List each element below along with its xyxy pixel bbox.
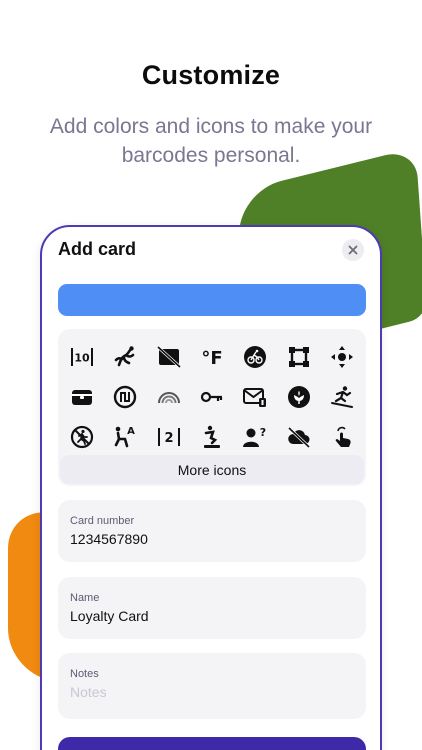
crop-frame-icon[interactable] (277, 337, 320, 377)
shekel-circle-icon[interactable] (103, 377, 146, 417)
close-button[interactable] (342, 239, 364, 261)
barcode-slash-icon[interactable] (147, 337, 190, 377)
svg-text:?: ? (260, 426, 266, 439)
name-field[interactable]: Name Loyalty Card (58, 577, 366, 639)
wallet-card-icon[interactable] (60, 377, 103, 417)
name-label: Name (70, 592, 100, 604)
name-value[interactable]: Loyalty Card (70, 608, 354, 624)
envelope-badge-icon[interactable] (234, 377, 277, 417)
hand-tap-icon[interactable] (321, 417, 364, 457)
notes-field[interactable]: Notes Notes (58, 653, 366, 719)
card-number-field[interactable]: Card number 1234567890 (58, 500, 366, 562)
card-number-value[interactable]: 1234567890 (70, 531, 354, 547)
gecko-icon[interactable] (103, 337, 146, 377)
notes-label: Notes (70, 668, 99, 680)
more-icons-button[interactable]: More icons (60, 455, 364, 484)
cloud-slash-icon[interactable] (277, 417, 320, 457)
snowboarder-icon[interactable] (321, 377, 364, 417)
sheet-title: Add card (58, 239, 137, 259)
seated-person-letter-icon[interactable]: A (103, 417, 146, 457)
rainbow-icon[interactable] (147, 377, 190, 417)
key-icon[interactable] (190, 377, 233, 417)
skier-icon[interactable] (190, 417, 233, 457)
svg-text:°F: °F (201, 348, 222, 369)
bicycle-circle-icon[interactable] (234, 337, 277, 377)
flower-circle-icon[interactable] (277, 377, 320, 417)
number-2-icon[interactable]: 2 (147, 417, 190, 457)
person-question-icon[interactable]: ? (234, 417, 277, 457)
svg-text:2: 2 (164, 431, 173, 446)
runner-slash-icon[interactable] (60, 417, 103, 457)
card-number-label: Card number (70, 515, 135, 527)
promo-subline: Add colors and icons to make your barcod… (49, 115, 373, 167)
save-card-button[interactable] (58, 737, 366, 750)
promo-headline: Customize (141, 60, 281, 90)
notes-placeholder[interactable]: Notes (70, 684, 354, 700)
add-card-sheet: Add card 10 °F A 2 ? More icons Card num… (40, 225, 382, 750)
xmark-icon (348, 245, 358, 255)
fahrenheit-icon[interactable]: °F (190, 337, 233, 377)
number-10-icon[interactable]: 10 (60, 337, 103, 377)
selected-color-swatch[interactable] (58, 284, 366, 316)
move-arrows-icon[interactable] (321, 337, 364, 377)
icon-picker: 10 °F A 2 ? More icons (58, 329, 366, 486)
svg-text:10: 10 (74, 352, 90, 365)
svg-text:A: A (127, 426, 135, 437)
